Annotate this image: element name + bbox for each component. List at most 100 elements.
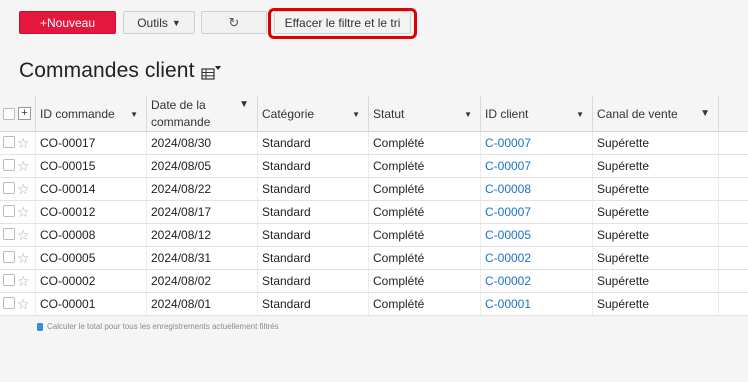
star-icon[interactable]: ☆ (17, 250, 30, 266)
row-checkbox[interactable] (3, 228, 15, 240)
tools-label: Outils (137, 15, 168, 30)
filter-icon[interactable]: ▼ (700, 108, 710, 119)
sales-channel-cell: Supérette (593, 201, 719, 223)
column-header-order-id[interactable]: ID commande ▼ (36, 96, 147, 132)
clear-filter-sort-button[interactable]: Effacer le filtre et le tri (274, 11, 411, 34)
star-icon[interactable]: ☆ (17, 204, 30, 220)
refresh-icon: ↻ (228, 14, 240, 30)
column-label: ID client (485, 106, 529, 121)
column-header-client-id[interactable]: ID client ▼ (481, 96, 593, 132)
status-cell: Complété (369, 132, 481, 154)
new-button[interactable]: +Nouveau (19, 11, 116, 34)
star-icon[interactable]: ☆ (17, 273, 30, 289)
client-id-link[interactable]: C-00007 (481, 155, 593, 177)
category-cell: Standard (258, 155, 369, 177)
status-cell: Complété (369, 201, 481, 223)
order-date-cell: 2024/08/12 (147, 224, 258, 246)
order-id-cell: CO-00017 (36, 132, 147, 154)
order-date-cell: 2024/08/01 (147, 293, 258, 315)
filter-icon[interactable]: ▼ (239, 99, 249, 110)
column-header-sales-channel[interactable]: Canal de vente ▼ (593, 96, 719, 132)
order-id-cell: CO-00014 (36, 178, 147, 200)
page-title: Commandes client (19, 59, 195, 82)
column-label: Statut (373, 106, 405, 121)
table-row[interactable]: ☆ CO-00008 2024/08/12 Standard Complété C-000… (0, 224, 748, 247)
order-id-cell: CO-00012 (36, 201, 147, 223)
select-all-checkbox[interactable] (3, 108, 15, 120)
status-cell: Complété (369, 293, 481, 315)
star-icon[interactable]: ☆ (17, 135, 30, 151)
row-checkbox[interactable] (3, 136, 15, 148)
tools-menu-button[interactable]: Outils ▼ (123, 11, 195, 34)
column-header-order-date[interactable]: Date de la commande ▼ (147, 96, 258, 132)
sales-channel-cell: Supérette (593, 293, 719, 315)
row-checkbox[interactable] (3, 205, 15, 217)
order-id-cell: CO-00002 (36, 270, 147, 292)
chevron-down-icon[interactable]: ▼ (464, 110, 472, 119)
order-date-cell: 2024/08/05 (147, 155, 258, 177)
order-id-cell: CO-00001 (36, 293, 147, 315)
star-icon[interactable]: ☆ (17, 181, 30, 197)
row-checkbox[interactable] (3, 274, 15, 286)
column-label: Date de la commande (151, 98, 211, 129)
order-id-cell: CO-00005 (36, 247, 147, 269)
star-icon[interactable]: ☆ (17, 227, 30, 243)
category-cell: Standard (258, 247, 369, 269)
star-icon[interactable]: ☆ (17, 158, 30, 174)
column-header-status[interactable]: Statut ▼ (369, 96, 481, 132)
table-row[interactable]: ☆ CO-00015 2024/08/05 Standard Complété C-000… (0, 155, 748, 178)
order-id-cell: CO-00015 (36, 155, 147, 177)
caret-down-icon: ▼ (171, 17, 181, 28)
category-cell: Standard (258, 224, 369, 246)
category-cell: Standard (258, 178, 369, 200)
row-checkbox[interactable] (3, 251, 15, 263)
sales-channel-cell: Supérette (593, 132, 719, 154)
client-id-link[interactable]: C-00002 (481, 247, 593, 269)
table-view-icon[interactable] (201, 65, 223, 81)
chevron-down-icon[interactable]: ▼ (130, 110, 138, 119)
refresh-button[interactable]: ↻ (201, 11, 267, 34)
category-cell: Standard (258, 270, 369, 292)
client-id-link[interactable]: C-00002 (481, 270, 593, 292)
status-cell: Complété (369, 270, 481, 292)
order-date-cell: 2024/08/17 (147, 201, 258, 223)
chevron-down-icon[interactable]: ▼ (576, 110, 584, 119)
toolbar: +Nouveau Outils ▼ ↻ Effacer le filtre et… (0, 0, 748, 44)
client-id-link[interactable]: C-00007 (481, 132, 593, 154)
row-checkbox[interactable] (3, 159, 15, 171)
client-id-link[interactable]: C-00005 (481, 224, 593, 246)
star-icon[interactable]: ☆ (17, 296, 30, 312)
add-column-icon[interactable]: + (18, 107, 31, 120)
calc-total-label: Calculer le total pour tous les enregist… (47, 322, 279, 331)
order-date-cell: 2024/08/30 (147, 132, 258, 154)
sales-channel-cell: Supérette (593, 247, 719, 269)
client-id-link[interactable]: C-00008 (481, 178, 593, 200)
client-id-link[interactable]: C-00001 (481, 293, 593, 315)
table-row[interactable]: ☆ CO-00002 2024/08/02 Standard Complété C-000… (0, 270, 748, 293)
row-checkbox[interactable] (3, 297, 15, 309)
table-header: + ID commande ▼ Date de la commande ▼ Ca… (0, 96, 748, 132)
select-all-cell: + (0, 96, 36, 132)
calculator-icon (37, 322, 43, 331)
table-row[interactable]: ☆ CO-00012 2024/08/17 Standard Complété C-000… (0, 201, 748, 224)
table-row[interactable]: ☆ CO-00017 2024/08/30 Standard Complété C-000… (0, 132, 748, 155)
chevron-down-icon[interactable]: ▼ (352, 110, 360, 119)
category-cell: Standard (258, 132, 369, 154)
sales-channel-cell: Supérette (593, 270, 719, 292)
order-date-cell: 2024/08/02 (147, 270, 258, 292)
table-row[interactable]: ☆ CO-00014 2024/08/22 Standard Complété C-000… (0, 178, 748, 201)
table-row[interactable]: ☆ CO-00005 2024/08/31 Standard Complété C-000… (0, 247, 748, 270)
column-label: Catégorie (262, 106, 315, 121)
table-row[interactable]: ☆ CO-00001 2024/08/01 Standard Complété C-000… (0, 293, 748, 316)
order-date-cell: 2024/08/22 (147, 178, 258, 200)
row-checkbox[interactable] (3, 182, 15, 194)
sales-channel-cell: Supérette (593, 178, 719, 200)
status-cell: Complété (369, 224, 481, 246)
sales-channel-cell: Supérette (593, 155, 719, 177)
order-date-cell: 2024/08/31 (147, 247, 258, 269)
client-id-link[interactable]: C-00007 (481, 201, 593, 223)
column-header-category[interactable]: Catégorie ▼ (258, 96, 369, 132)
status-cell: Complété (369, 178, 481, 200)
status-cell: Complété (369, 155, 481, 177)
calc-total-link[interactable]: Calculer le total pour tous les enregist… (37, 322, 279, 331)
